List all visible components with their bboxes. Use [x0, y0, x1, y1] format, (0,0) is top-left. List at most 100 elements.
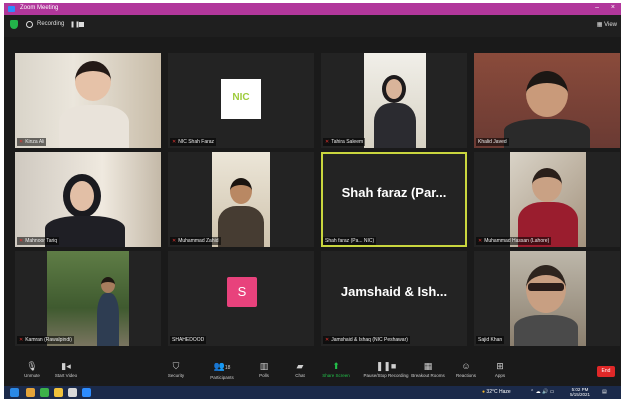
participant-name: Khalid Javed: [476, 138, 509, 146]
avatar-letter: S: [237, 284, 247, 299]
video-tile[interactable]: ✕ Muhammad Zahid: [168, 152, 314, 247]
video-tile[interactable]: ✕ Kamran (Rawalpindi): [15, 251, 161, 346]
nic-logo: NIC: [221, 79, 261, 119]
shield-icon[interactable]: [10, 20, 18, 29]
muted-mic-icon: ✕: [325, 139, 330, 145]
pause-stop-icon: ❚❚■: [375, 361, 397, 371]
start-video-label: Start Video: [54, 373, 78, 378]
video-tile[interactable]: Jamshaid & Ish... ✕ Jamshaid & Ishaq (NIC…: [321, 251, 467, 346]
participant-head: [382, 75, 406, 103]
avatar: S: [227, 277, 257, 307]
muted-mic-icon: ✕: [19, 337, 24, 343]
apps-button[interactable]: ⊞ Apps: [478, 360, 522, 384]
sun-icon: ●: [482, 389, 486, 395]
video-tile[interactable]: Khalid Javed: [474, 53, 620, 148]
participant-name: ✕ Kinza Ali: [17, 138, 47, 146]
security-button[interactable]: ⛉ Security: [154, 360, 198, 384]
participant-name: SHAHEDOOD: [170, 336, 207, 344]
participant-name: ✕ Muhammad Zahid: [170, 237, 221, 245]
video-tile[interactable]: ✕ Mahnoor Tariq: [15, 152, 161, 247]
participant-name: ✕ Kamran (Rawalpindi): [17, 336, 74, 344]
minimize-button[interactable]: –: [595, 4, 599, 11]
active-speaker-tile[interactable]: Shah faraz (Par... Shah faraz (Pa... NIC…: [321, 152, 467, 247]
participant-name: ✕ Mahnoor Tariq: [17, 237, 60, 245]
participant-head: [526, 71, 568, 117]
video-tile[interactable]: Sajid Khan: [474, 251, 620, 346]
participant-name: ✕ Tahira Saleem: [323, 138, 366, 146]
folder-icon[interactable]: [54, 388, 63, 397]
muted-mic-icon: ✕: [325, 337, 330, 343]
windows-taskbar: ● 32°C Haze ⌃ ☁ 🔊 ▭ 5:02 PM 5/15/2021 ▤: [4, 386, 621, 399]
apps-icon: ⊞: [496, 361, 504, 371]
participants-count: 18: [224, 365, 231, 371]
participant-head: [230, 178, 252, 204]
sunglasses: [528, 283, 564, 291]
clock[interactable]: 5:02 PM 5/15/2021: [570, 387, 590, 397]
participant-head: [63, 174, 101, 218]
muted-mic-icon: ✕: [19, 139, 24, 145]
title-bar: Zoom Meeting – ×: [4, 3, 621, 15]
zoom-taskbar-icon[interactable]: [82, 388, 91, 397]
participant-body: [97, 293, 119, 346]
share-screen-icon: ⬆: [332, 361, 340, 371]
meeting-toolbar: 🎙 Unmute ▮◂ Start Video ⛉ Security 👥18 P…: [4, 358, 621, 386]
security-label: Security: [167, 373, 185, 378]
participant-head: [75, 61, 111, 101]
chrome-icon[interactable]: [40, 388, 49, 397]
participant-display-name: Shah faraz (Par...: [341, 185, 447, 200]
record-button[interactable]: ❚❚■ Pause/Stop Recording: [360, 360, 412, 384]
close-button[interactable]: ×: [611, 4, 615, 11]
window-title: Zoom Meeting: [20, 5, 59, 11]
participant-name: Sajid Khan: [476, 336, 505, 344]
participant-display-name: Jamshaid & Ish...: [340, 284, 448, 299]
video-off-icon: ▮◂: [61, 361, 71, 371]
participants-button[interactable]: 👥18 Participants: [200, 360, 244, 384]
participant-body: [374, 103, 416, 148]
participant-name: ✕ Muhammad Hassan (Lahore): [476, 237, 552, 245]
participant-name: Shah faraz (Pa... NIC): [323, 237, 377, 245]
video-tile[interactable]: ✕ Kinza Ali: [15, 53, 161, 148]
participant-body: [59, 105, 129, 148]
participant-body: [218, 206, 264, 247]
nic-logo-text: NIC: [232, 92, 250, 103]
recording-label: Recording: [37, 21, 65, 27]
muted-mic-icon: ✕: [172, 139, 177, 145]
view-button[interactable]: ▦ View: [597, 21, 617, 28]
muted-mic-icon: ✕: [19, 238, 24, 244]
video-tile[interactable]: ✕ Tahira Saleem: [321, 53, 467, 148]
record-label: Pause/Stop Recording: [363, 373, 409, 378]
system-tray-icons[interactable]: ⌃ ☁ 🔊 ▭: [530, 389, 554, 395]
video-tile[interactable]: ✕ Muhammad Hassan (Lahore): [474, 152, 620, 247]
participant-head: [101, 277, 115, 293]
end-button[interactable]: End: [597, 366, 615, 377]
stop-recording-icon[interactable]: [79, 22, 84, 27]
video-tile[interactable]: S SHAHEDOOD: [168, 251, 314, 346]
participant-body: [514, 315, 578, 346]
start-video-button[interactable]: ▮◂ Start Video: [44, 360, 88, 384]
app-icon[interactable]: [68, 388, 77, 397]
weather-text: 32°C Haze: [486, 389, 511, 395]
shield-icon: ⛉: [172, 361, 180, 371]
recording-icon: [26, 21, 33, 28]
muted-mic-icon: ✕: [478, 238, 483, 244]
participants-label: Participants: [210, 375, 234, 380]
participant-head: [532, 168, 562, 202]
muted-mic-icon: ✕: [172, 238, 177, 244]
windows-start-icon[interactable]: [10, 388, 19, 397]
share-screen-button[interactable]: ⬆ Share Screen: [314, 360, 358, 384]
participant-body: [504, 119, 590, 148]
meeting-top-bar: Recording ❚❚ ▦ View: [4, 15, 621, 37]
file-explorer-icon[interactable]: [26, 388, 35, 397]
video-tile[interactable]: NIC ✕ NIC Shah Faraz: [168, 53, 314, 148]
participant-name: ✕ Jamshaid & Ishaq (NIC Peshawar): [323, 336, 410, 344]
date-text: 5/15/2021: [570, 392, 591, 397]
participant-name: ✕ NIC Shah Faraz: [170, 138, 217, 146]
zoom-app-icon: [8, 6, 15, 12]
view-label: View: [604, 22, 617, 28]
participants-icon: 👥18: [213, 361, 231, 371]
zoom-window: Zoom Meeting – × Recording ❚❚ ▦ View ✕ Ki…: [4, 3, 621, 399]
weather-widget[interactable]: ● 32°C Haze: [482, 389, 511, 395]
notifications-icon[interactable]: ▤: [602, 389, 607, 395]
apps-label: Apps: [494, 373, 506, 378]
share-screen-label: Share Screen: [322, 373, 350, 378]
